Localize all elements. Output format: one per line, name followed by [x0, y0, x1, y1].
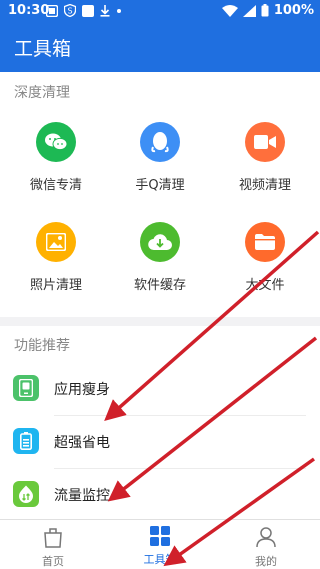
- list-item-label: 流量监控: [54, 488, 110, 504]
- tab-label: 我的: [255, 555, 277, 568]
- tab-toolbox[interactable]: 工具箱: [125, 526, 195, 567]
- tab-label: 工具箱: [143, 553, 177, 566]
- status-left-icons: S: [46, 4, 122, 17]
- tab-label: 首页: [42, 555, 64, 568]
- home-bag-icon: [44, 528, 62, 548]
- app-slim-icon: [13, 375, 39, 401]
- signal-icon: [242, 4, 256, 17]
- bottom-tab-bar: 首页 工具箱 我的: [0, 519, 320, 569]
- traffic-monitor-icon: [13, 481, 39, 507]
- photo-icon: [36, 222, 76, 262]
- tab-home[interactable]: 首页: [18, 526, 88, 569]
- section-title-deep-clean: 深度清理: [14, 85, 70, 101]
- status-right-icons: 100%: [221, 3, 314, 18]
- tab-me[interactable]: 我的: [231, 526, 301, 569]
- list-item-traffic-monitor[interactable]: 流量监控: [0, 469, 320, 519]
- tool-label: 照片清理: [29, 278, 82, 293]
- list-item-app-slim[interactable]: 应用瘦身: [0, 363, 320, 413]
- tool-photo-clean[interactable]: 照片清理: [16, 222, 96, 293]
- wechat-icon: [36, 122, 76, 162]
- deep-clean-card: 深度清理 微信专清 手Q清理 视频清理 照片清理 软件缓存 大文件: [0, 72, 320, 317]
- list-item-label: 超强省电: [54, 435, 110, 451]
- folder-icon: [245, 222, 285, 262]
- tool-large-files[interactable]: 大文件: [225, 222, 305, 293]
- section-title-recommend: 功能推荐: [14, 338, 70, 354]
- wifi-icon: [221, 4, 238, 17]
- shield-s-icon: S: [64, 4, 76, 17]
- page-title: 工具箱: [14, 38, 72, 60]
- status-time: 10:30: [8, 3, 50, 18]
- cloud-download-icon: [140, 222, 180, 262]
- tool-wechat-clean[interactable]: 微信专清: [16, 122, 96, 193]
- tool-label: 视频清理: [238, 178, 291, 193]
- list-item-power-save[interactable]: 超强省电: [0, 416, 320, 466]
- qq-penguin-icon: [140, 122, 180, 162]
- tool-video-clean[interactable]: 视频清理: [225, 122, 305, 193]
- recommend-card: 功能推荐 应用瘦身 超强省电 流量监控: [0, 326, 320, 519]
- notification-icon: [46, 4, 58, 17]
- tool-qq-clean[interactable]: 手Q清理: [120, 122, 200, 193]
- tool-label: 微信专清: [29, 178, 82, 193]
- user-icon: [256, 527, 276, 548]
- status-bar: 10:30 S 100%: [0, 0, 320, 22]
- battery-icon: [13, 428, 39, 454]
- app-bar: 工具箱: [0, 22, 320, 72]
- video-camera-icon: [245, 122, 285, 162]
- tool-software-cache[interactable]: 软件缓存: [120, 222, 200, 293]
- download-icon: [100, 4, 110, 17]
- tool-label: 手Q清理: [135, 178, 185, 193]
- svg-text:S: S: [67, 7, 72, 16]
- tool-label: 软件缓存: [133, 278, 186, 293]
- tool-label: 大文件: [245, 278, 285, 293]
- battery-percentage: 100%: [273, 3, 314, 18]
- list-item-label: 应用瘦身: [54, 382, 110, 398]
- battery-status-icon: [261, 4, 269, 17]
- app-square-icon: [82, 4, 94, 17]
- dot-icon: [117, 8, 121, 13]
- grid-icon: [150, 526, 170, 546]
